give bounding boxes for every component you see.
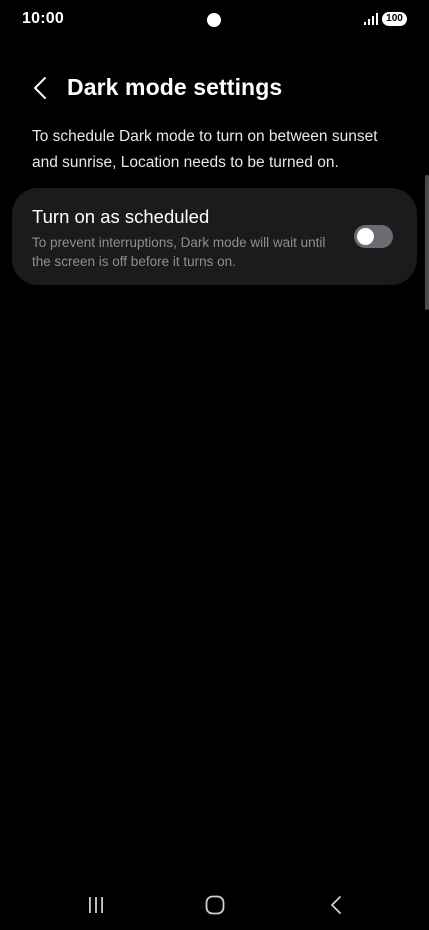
back-arrow-icon [34, 77, 46, 99]
nav-back-button[interactable] [316, 892, 356, 918]
camera-cutout [207, 13, 221, 27]
status-bar: 10:00 100 [0, 0, 429, 40]
back-button[interactable] [28, 74, 52, 102]
home-icon [205, 895, 225, 915]
location-requirement-text: To schedule Dark mode to turn on between… [32, 128, 378, 171]
turn-on-as-scheduled-setting[interactable]: Turn on as scheduled To prevent interrup… [12, 188, 417, 285]
signal-icon [364, 13, 378, 25]
setting-description: To prevent interruptions, Dark mode will… [32, 235, 326, 269]
status-time: 10:00 [22, 10, 64, 27]
battery-badge: 100 [382, 12, 407, 26]
setting-title: Turn on as scheduled [32, 206, 210, 227]
header: Dark mode settings [0, 68, 429, 108]
toggle-knob [357, 228, 374, 245]
nav-back-icon [331, 896, 341, 914]
home-button[interactable] [195, 892, 235, 918]
page-title: Dark mode settings [67, 74, 283, 100]
scroll-indicator[interactable] [425, 175, 429, 310]
recents-button[interactable] [76, 892, 116, 918]
navigation-bar [0, 880, 429, 930]
recents-icon [89, 897, 103, 913]
schedule-toggle[interactable] [354, 225, 393, 248]
